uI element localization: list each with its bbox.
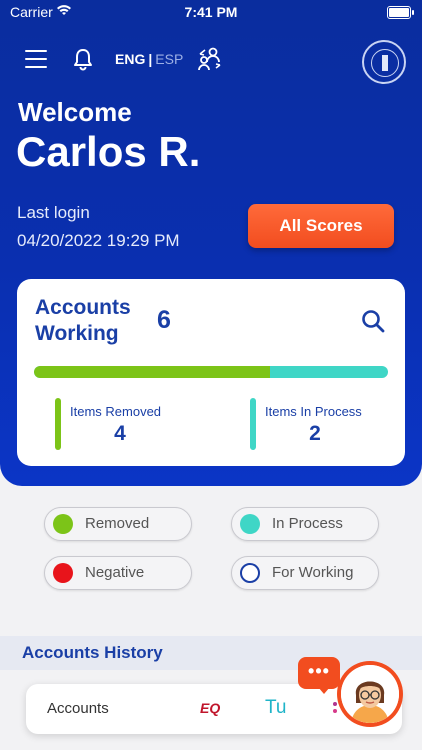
equifax-logo[interactable]: EQ (200, 700, 220, 716)
menu-icon[interactable] (25, 50, 47, 68)
search-icon[interactable] (360, 308, 386, 334)
lang-esp-option[interactable]: ESP (155, 51, 183, 67)
last-login-value: 04/20/2022 19:29 PM (17, 231, 180, 250)
accounts-working-card: Accounts Working 6 Items Removed 4 Items… (17, 279, 405, 466)
last-login-label: Last login (17, 203, 90, 222)
for-working-dot-icon (240, 563, 260, 583)
removed-dot-icon (53, 514, 73, 534)
accounts-working-title: Accounts Working (35, 296, 131, 345)
negative-dot-icon (53, 563, 73, 583)
legend-for-working[interactable]: For Working (231, 556, 379, 590)
accounts-label: Accounts (47, 700, 109, 717)
assistant-face-icon (341, 665, 399, 723)
in-process-dot-icon (240, 514, 260, 534)
battery-icon (387, 6, 414, 19)
chat-bubble-button[interactable]: ••• (298, 657, 340, 694)
bell-icon[interactable] (72, 47, 94, 71)
legend-in-process-label: In Process (272, 515, 343, 532)
status-bar: Carrier 7:41 PM (0, 0, 422, 24)
assistant-avatar[interactable] (337, 661, 403, 727)
legend-for-working-label: For Working (272, 564, 354, 581)
accounts-progress-bar (34, 366, 388, 378)
items-in-process-value: 2 (309, 422, 321, 445)
lang-separator: | (148, 51, 153, 67)
transunion-logo[interactable]: Tu (265, 697, 286, 719)
progress-removed-fill (34, 366, 271, 378)
people-switch-icon[interactable] (196, 46, 222, 72)
chat-dots-icon: ••• (308, 661, 330, 681)
accounts-working-count: 6 (157, 306, 171, 334)
legend-in-process[interactable]: In Process (231, 507, 379, 541)
experian-logo-icon[interactable] (332, 701, 338, 715)
user-name: Carlos R. (16, 128, 201, 175)
legend-removed-label: Removed (85, 515, 150, 532)
lang-eng-option[interactable]: ENG (115, 51, 145, 67)
all-scores-button[interactable]: All Scores (248, 204, 394, 248)
language-switcher: ENG | ESP (115, 51, 183, 67)
legend-negative-label: Negative (85, 564, 145, 581)
items-in-process-label: Items In Process (265, 404, 362, 419)
credit-experts-logo (362, 40, 406, 84)
welcome-heading: Welcome (18, 97, 132, 127)
items-removed-value: 4 (114, 422, 126, 445)
legend-removed[interactable]: Removed (44, 507, 192, 541)
top-toolbar: ENG | ESP (0, 40, 422, 84)
legend-negative[interactable]: Negative (44, 556, 192, 590)
items-removed-label: Items Removed (70, 404, 162, 419)
clock: 7:41 PM (184, 4, 238, 20)
accounts-history-title: Accounts History (22, 643, 163, 662)
